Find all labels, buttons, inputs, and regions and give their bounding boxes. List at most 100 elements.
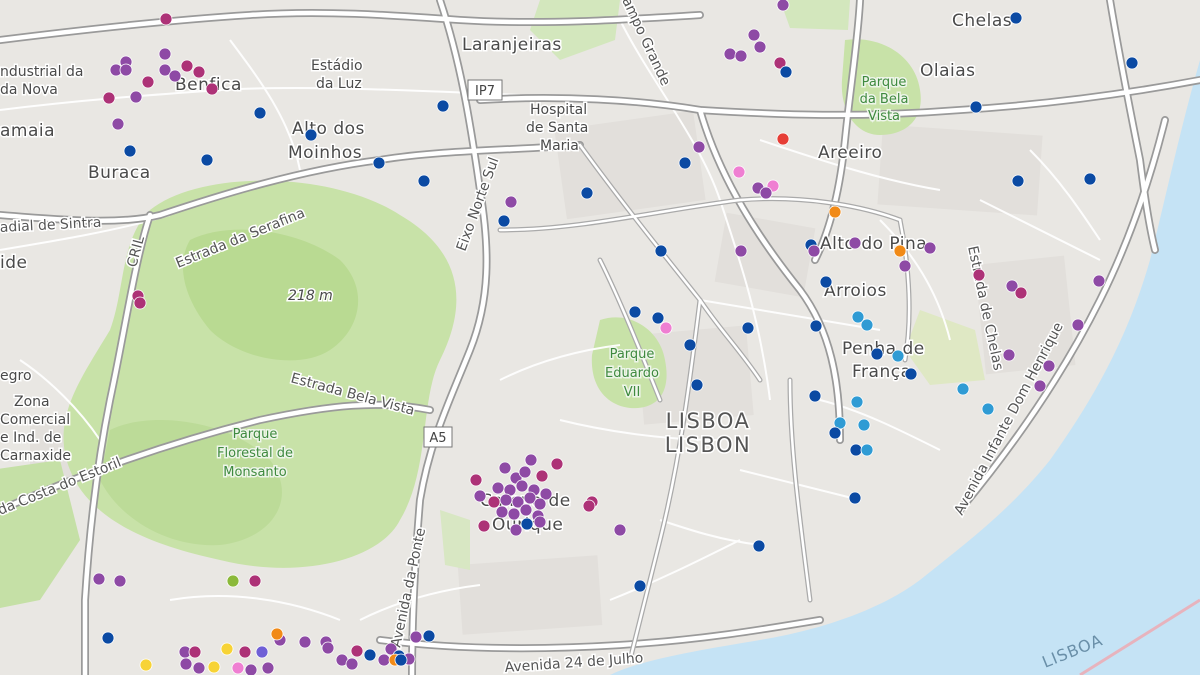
map-marker-magenta[interactable]: [141, 75, 155, 89]
map-marker-navy[interactable]: [1011, 174, 1025, 188]
map-marker-purple[interactable]: [111, 117, 125, 131]
map-marker-navy[interactable]: [363, 648, 377, 662]
map-marker-magenta[interactable]: [205, 82, 219, 96]
map-marker-purple[interactable]: [848, 236, 862, 250]
map-marker-cyan[interactable]: [981, 402, 995, 416]
map-marker-magenta[interactable]: [477, 519, 491, 533]
map-marker-purple[interactable]: [507, 507, 521, 521]
map-marker-navy[interactable]: [633, 579, 647, 593]
map-marker-magenta[interactable]: [192, 65, 206, 79]
map-marker-purple[interactable]: [298, 635, 312, 649]
map-marker-navy[interactable]: [904, 367, 918, 381]
map-marker-magenta[interactable]: [180, 59, 194, 73]
map-marker-purple[interactable]: [1042, 359, 1056, 373]
map-marker-purple[interactable]: [1071, 318, 1085, 332]
map-marker-cyan[interactable]: [860, 443, 874, 457]
map-marker-navy[interactable]: [422, 629, 436, 643]
map-marker-purple[interactable]: [158, 47, 172, 61]
map-marker-purple[interactable]: [261, 661, 275, 675]
map-marker-violet[interactable]: [255, 645, 269, 659]
map-marker-purple[interactable]: [509, 523, 523, 537]
map-marker-magenta[interactable]: [535, 469, 549, 483]
map-marker-navy[interactable]: [819, 275, 833, 289]
map-marker-magenta[interactable]: [238, 645, 252, 659]
map-marker-navy[interactable]: [808, 389, 822, 403]
map-marker-purple[interactable]: [409, 630, 423, 644]
map-marker-cyan[interactable]: [860, 318, 874, 332]
map-marker-navy[interactable]: [809, 319, 823, 333]
map-marker-magenta[interactable]: [248, 574, 262, 588]
map-marker-navy[interactable]: [372, 156, 386, 170]
map-marker-navy[interactable]: [690, 378, 704, 392]
map-marker-purple[interactable]: [244, 663, 258, 675]
map-marker-purple[interactable]: [1092, 274, 1106, 288]
map-marker-purple[interactable]: [533, 497, 547, 511]
map-marker-purple[interactable]: [321, 641, 335, 655]
map-marker-purple[interactable]: [613, 523, 627, 537]
map-marker-purple[interactable]: [524, 453, 538, 467]
map-marker-purple[interactable]: [495, 505, 509, 519]
map-marker-purple[interactable]: [734, 49, 748, 63]
map-marker-purple[interactable]: [923, 241, 937, 255]
map-marker-purple[interactable]: [377, 653, 391, 667]
map-marker-cyan[interactable]: [891, 349, 905, 363]
map-marker-navy[interactable]: [651, 311, 665, 325]
map-marker-purple[interactable]: [92, 572, 106, 586]
map-marker-purple[interactable]: [759, 186, 773, 200]
map-marker-magenta[interactable]: [550, 457, 564, 471]
map-marker-purple[interactable]: [723, 47, 737, 61]
map-marker-purple[interactable]: [515, 479, 529, 493]
map-marker-purple[interactable]: [491, 481, 505, 495]
map-marker-navy[interactable]: [654, 244, 668, 258]
map-marker-purple[interactable]: [498, 461, 512, 475]
map-marker-purple[interactable]: [192, 661, 206, 675]
map-marker-navy[interactable]: [969, 100, 983, 114]
map-marker-purple[interactable]: [345, 657, 359, 671]
map-marker-navy[interactable]: [849, 443, 863, 457]
map-marker-yellow[interactable]: [220, 642, 234, 656]
map-marker-cyan[interactable]: [850, 395, 864, 409]
map-marker-purple[interactable]: [519, 503, 533, 517]
map-marker-navy[interactable]: [123, 144, 137, 158]
map-marker-navy[interactable]: [1009, 11, 1023, 25]
map-marker-purple[interactable]: [753, 40, 767, 54]
map-marker-navy[interactable]: [870, 347, 884, 361]
map-marker-pink[interactable]: [732, 165, 746, 179]
map-marker-green[interactable]: [226, 574, 240, 588]
map-marker-magenta[interactable]: [159, 12, 173, 26]
map-marker-red[interactable]: [776, 132, 790, 146]
map-marker-magenta[interactable]: [582, 499, 596, 513]
map-marker-purple[interactable]: [776, 0, 790, 12]
map-marker-cyan[interactable]: [857, 418, 871, 432]
map-marker-navy[interactable]: [253, 106, 267, 120]
map-marker-purple[interactable]: [168, 69, 182, 83]
map-marker-magenta[interactable]: [188, 645, 202, 659]
map-marker-navy[interactable]: [741, 321, 755, 335]
map-marker-purple[interactable]: [734, 244, 748, 258]
map-marker-purple[interactable]: [692, 140, 706, 154]
map-marker-orange[interactable]: [893, 244, 907, 258]
map-marker-navy[interactable]: [752, 539, 766, 553]
map-marker-magenta[interactable]: [133, 296, 147, 310]
map-marker-purple[interactable]: [1033, 379, 1047, 393]
map-marker-orange[interactable]: [828, 205, 842, 219]
map-marker-navy[interactable]: [304, 128, 318, 142]
map-marker-magenta[interactable]: [972, 268, 986, 282]
map-marker-navy[interactable]: [436, 99, 450, 113]
map-marker-magenta[interactable]: [487, 495, 501, 509]
map-marker-purple[interactable]: [533, 515, 547, 529]
map-marker-purple[interactable]: [807, 244, 821, 258]
map-marker-yellow[interactable]: [139, 658, 153, 672]
map-marker-magenta[interactable]: [1014, 286, 1028, 300]
map-marker-purple[interactable]: [504, 195, 518, 209]
map-marker-pink[interactable]: [659, 321, 673, 335]
map-marker-magenta[interactable]: [350, 644, 364, 658]
map-marker-purple[interactable]: [473, 489, 487, 503]
map-marker-navy[interactable]: [580, 186, 594, 200]
map-marker-navy[interactable]: [101, 631, 115, 645]
map-marker-purple[interactable]: [747, 28, 761, 42]
map-marker-purple[interactable]: [518, 465, 532, 479]
map-marker-navy[interactable]: [520, 517, 534, 531]
map-marker-purple[interactable]: [499, 493, 513, 507]
map-marker-navy[interactable]: [200, 153, 214, 167]
